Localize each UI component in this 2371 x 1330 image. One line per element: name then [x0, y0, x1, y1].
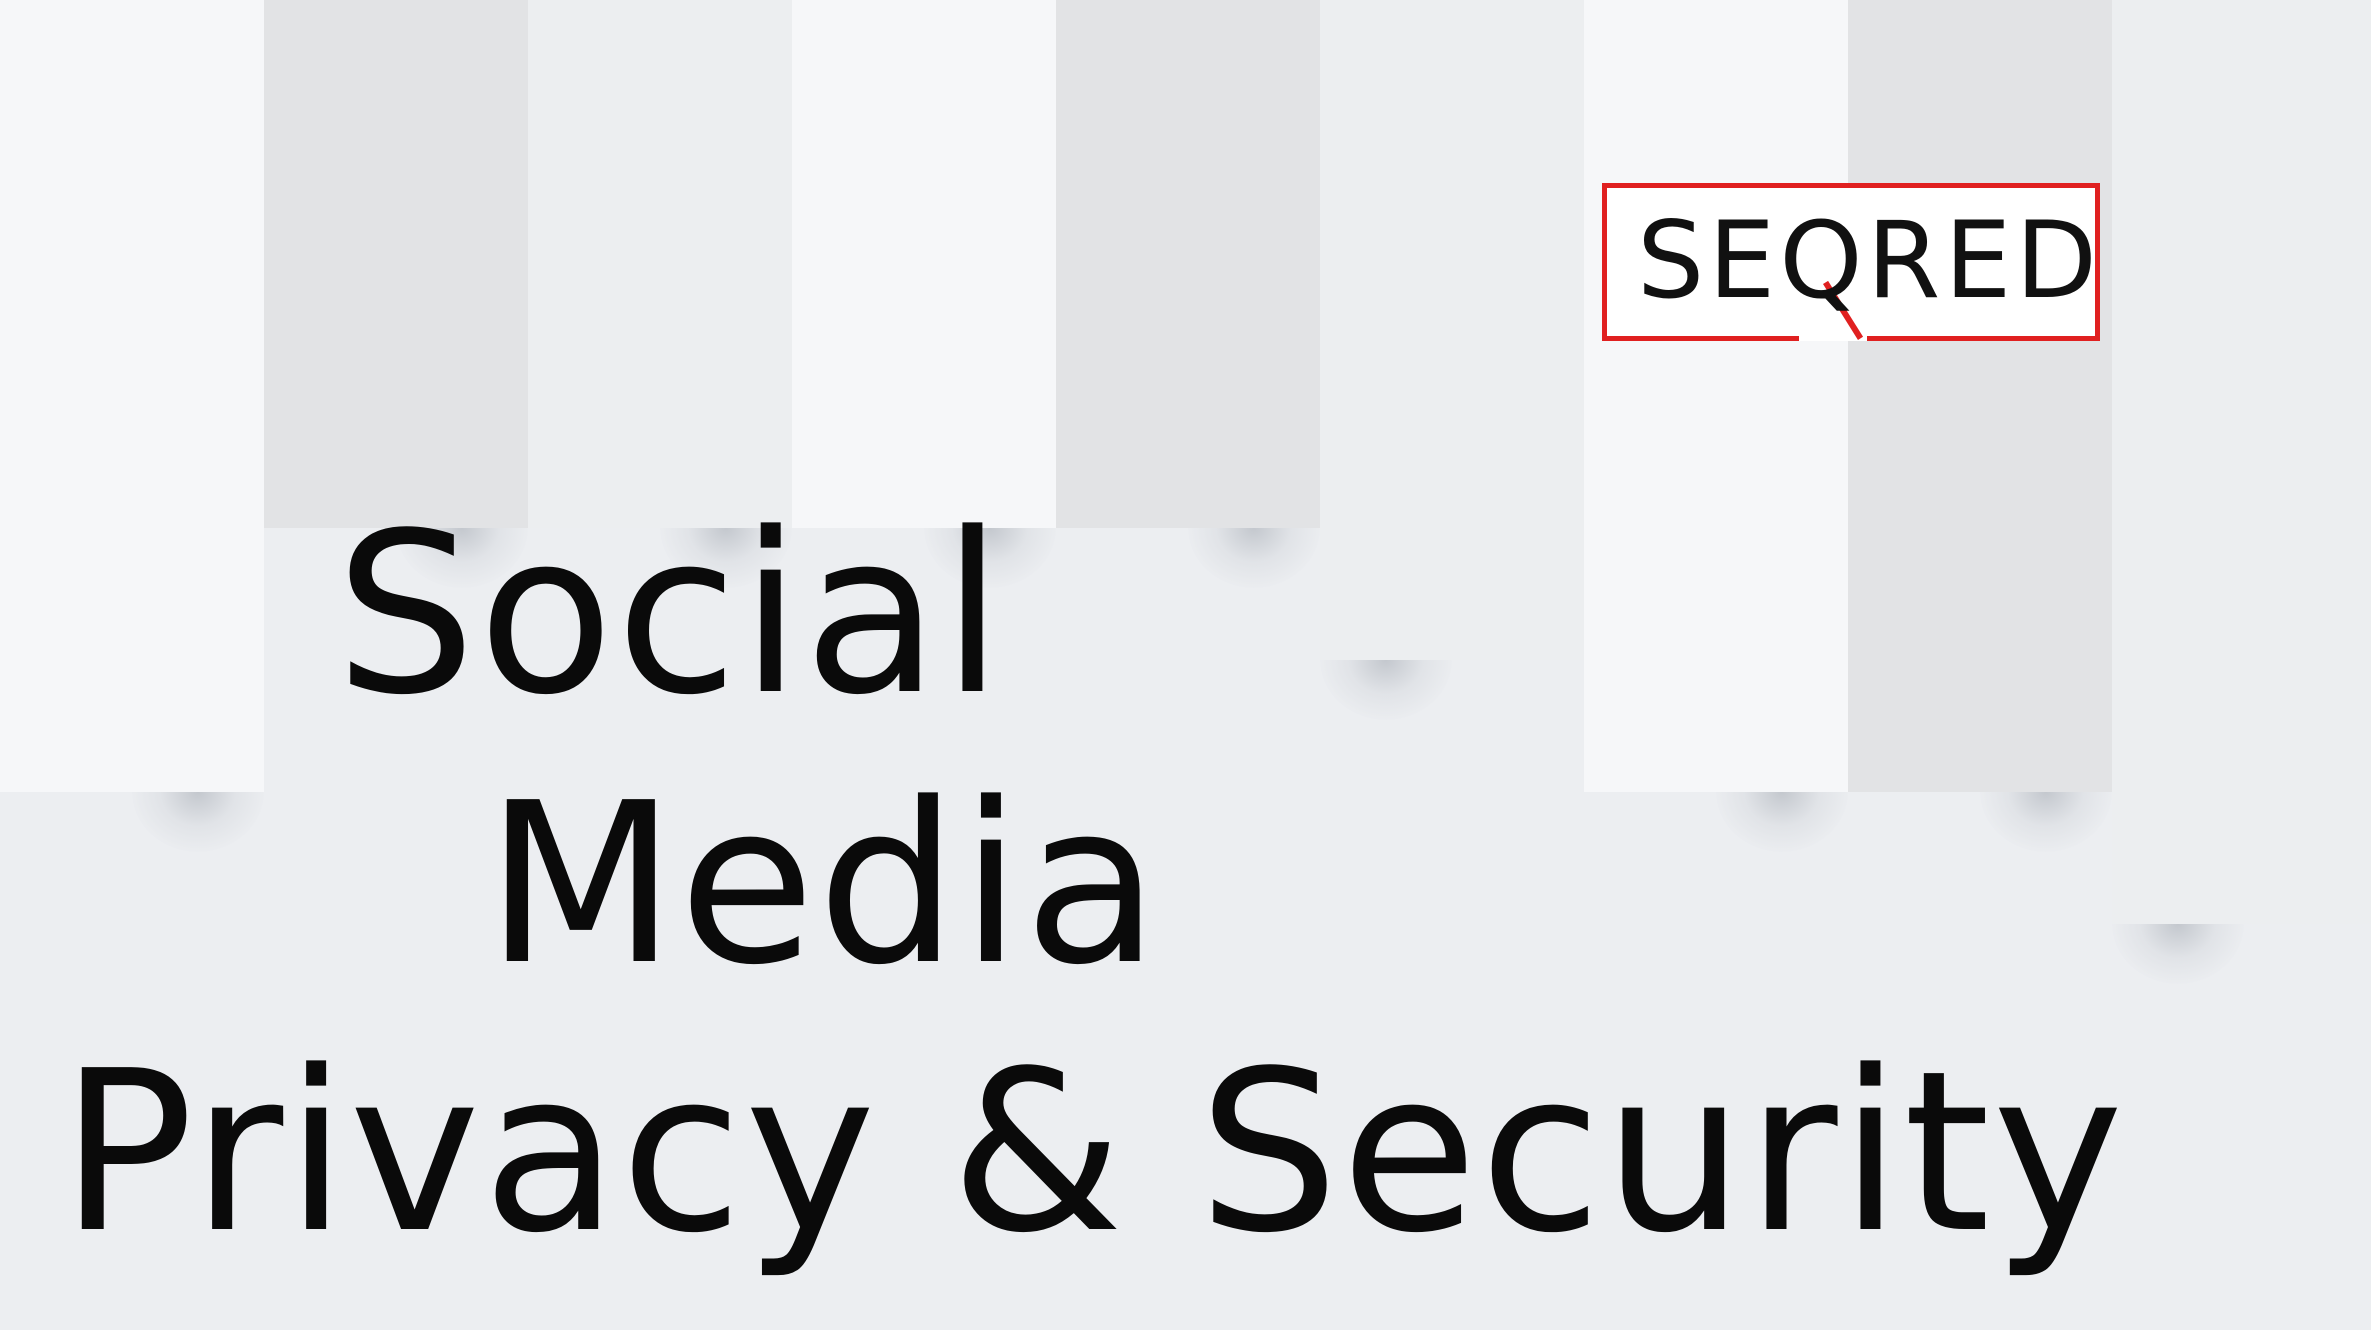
background-tile: [1188, 396, 1320, 588]
background-tile: [396, 264, 528, 396]
background-tile: [1848, 660, 1980, 792]
background-tile: [1980, 0, 2112, 132]
background-tile: [1980, 528, 2112, 660]
background-tile: [264, 0, 396, 192]
background-tile: [528, 132, 660, 264]
background-tile: [2112, 792, 2244, 984]
background-tile: [2112, 528, 2244, 720]
background-tile: [2112, 396, 2244, 528]
background-tile: [2112, 0, 2244, 192]
background-tile: [1188, 0, 1320, 132]
background-tile: [2244, 396, 2371, 588]
background-tile: [1056, 396, 1188, 528]
seqred-logo: SEQRED: [1602, 183, 2100, 341]
title-line-social: Social: [335, 486, 1006, 744]
slide: SEQRED Social Media Privacy & Security: [0, 0, 2371, 1330]
background-tile: [1320, 0, 1452, 192]
title-line-privacy-security: Privacy & Security: [60, 1024, 2126, 1282]
background-tile: [1980, 660, 2112, 852]
background-tile: [132, 132, 264, 324]
background-tile: [1320, 264, 1452, 456]
background-tile: [2244, 660, 2371, 852]
background-tile: [660, 264, 792, 396]
background-tile: [924, 132, 1056, 324]
background-tile: [1716, 528, 1848, 660]
background-tile: [1584, 0, 1716, 192]
background-tile: [264, 132, 396, 264]
background-tile: [528, 264, 660, 456]
background-tile: [2244, 264, 2371, 396]
background-tile: [0, 0, 132, 192]
background-tile: [264, 264, 396, 456]
background-tile: [792, 0, 924, 192]
background-tile: [1188, 264, 1320, 396]
background-tile: [2244, 0, 2371, 132]
background-tile: [1980, 396, 2112, 588]
background-tile: [2244, 528, 2371, 660]
background-tile: [1320, 132, 1452, 264]
background-tile: [924, 264, 1056, 396]
background-tile: [1848, 396, 1980, 528]
background-tile: [1056, 264, 1188, 456]
background-tile: [0, 396, 132, 528]
background-tile: [1452, 396, 1584, 588]
background-tile: [1584, 660, 1716, 792]
background-tile: [528, 0, 660, 192]
background-tile: [2112, 660, 2244, 792]
background-tile: [1584, 528, 1716, 720]
background-tile: [1452, 132, 1584, 324]
background-tile: [1716, 0, 1848, 132]
background-tile: [396, 0, 528, 132]
background-tile: [2244, 792, 2371, 924]
background-tile: [0, 660, 132, 792]
logo-text: SEQRED: [1637, 199, 2101, 322]
background-tile: [792, 264, 924, 456]
background-tile: [132, 660, 264, 852]
background-tile: [132, 396, 264, 588]
background-tile: [924, 0, 1056, 132]
background-tile: [1452, 528, 1584, 660]
background-tile: [1848, 0, 1980, 192]
background-tile: [132, 528, 264, 660]
background-tile: [1056, 132, 1188, 264]
background-tile: [1584, 396, 1716, 528]
background-tile: [1188, 132, 1320, 324]
background-tile: [2112, 132, 2244, 264]
background-tile: [792, 132, 924, 264]
background-tile: [132, 0, 264, 132]
title-line-media: Media: [485, 756, 1162, 1014]
background-tile: [0, 264, 132, 456]
background-tile: [0, 528, 132, 720]
background-tile: [1848, 528, 1980, 720]
background-tile: [132, 264, 264, 396]
background-tile: [1056, 0, 1188, 192]
background-tile: [660, 0, 792, 132]
background-tile: [1320, 528, 1452, 720]
background-tile: [1716, 396, 1848, 588]
background-tile: [1716, 660, 1848, 852]
background-tile: [396, 132, 528, 324]
background-tile: [1320, 396, 1452, 528]
background-tile: [1452, 264, 1584, 396]
background-tile: [2112, 264, 2244, 456]
background-tile: [0, 132, 132, 264]
background-tile: [660, 132, 792, 324]
background-tile: [1452, 0, 1584, 132]
background-tile: [2244, 132, 2371, 324]
